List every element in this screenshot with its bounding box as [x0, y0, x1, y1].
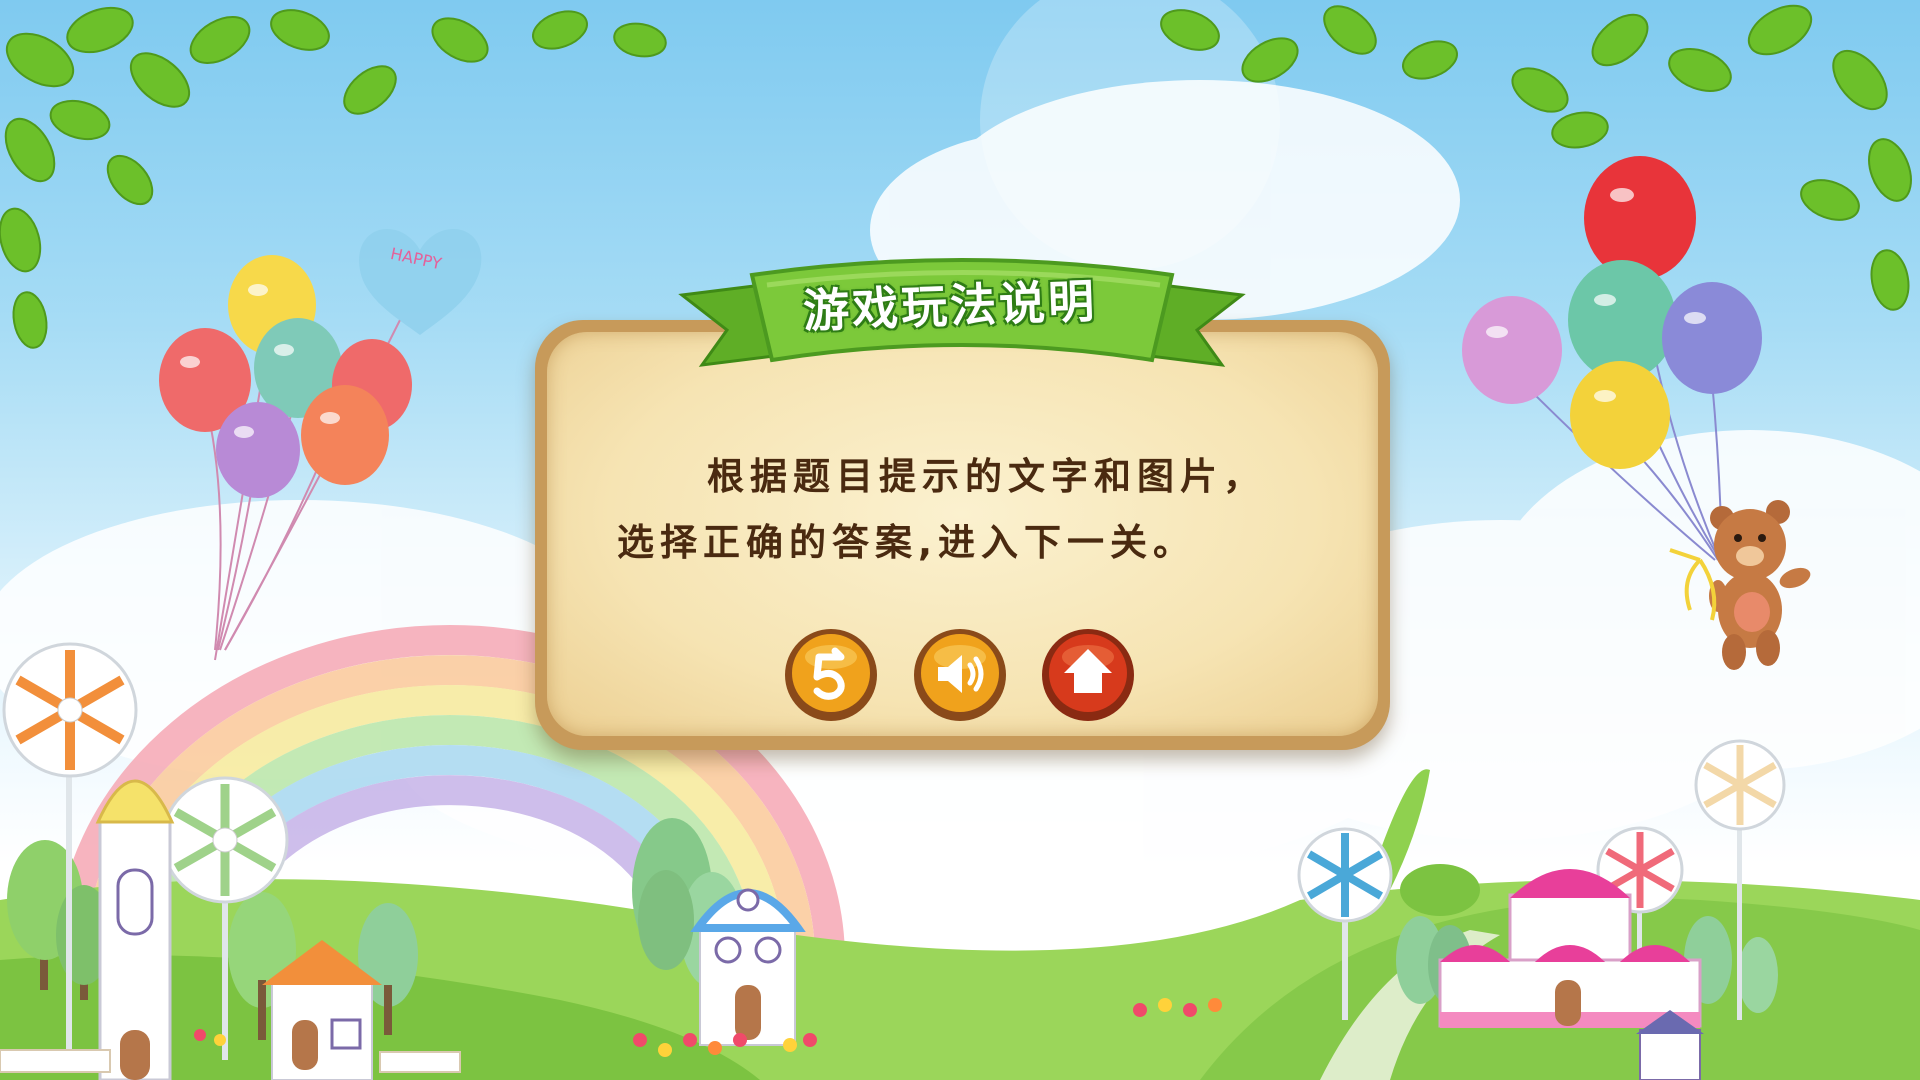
dialog-title: 游戏玩法说明 [802, 273, 1098, 339]
replay-button[interactable] [783, 627, 879, 723]
sound-button[interactable] [912, 627, 1008, 723]
teddy-bear [1669, 500, 1811, 670]
instructions-text: 根据题目提示的文字和图片， 选择正确的答案,进入下一关。 [617, 455, 1266, 564]
home-button[interactable] [1040, 627, 1136, 723]
game-scene: HAPPY 根据题目提示的文字和图片， 选择正确的答案,进入下一关。 游戏玩法说… [0, 0, 1920, 1080]
